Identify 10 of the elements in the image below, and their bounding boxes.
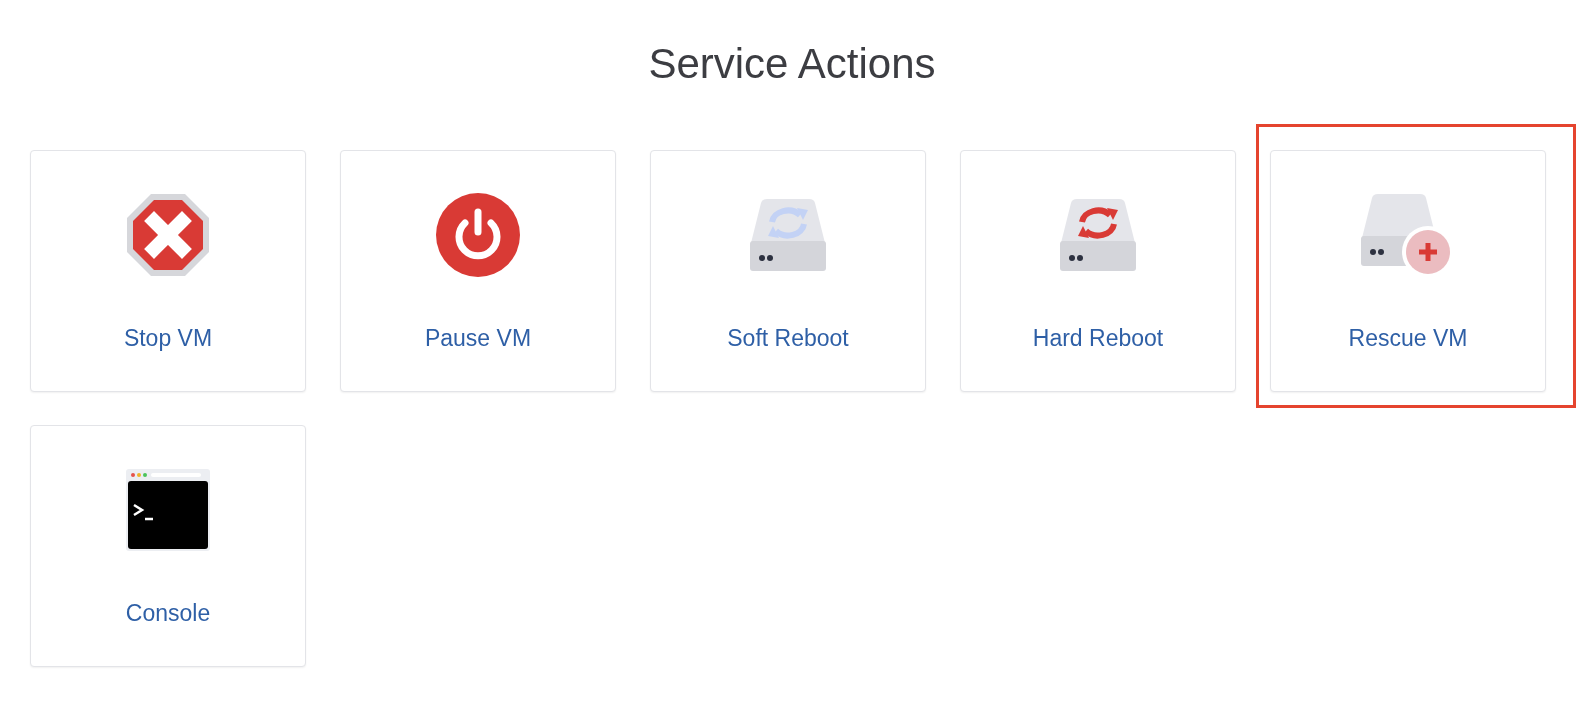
action-card[interactable]: Stop VM [30,150,306,392]
stop-sign-icon [125,192,211,278]
action-card[interactable]: Rescue VM [1270,150,1546,392]
section-title: Service Actions [647,39,937,89]
terminal-icon [124,467,212,553]
action-card[interactable]: Console [30,425,306,667]
action-card[interactable]: Pause VM [340,150,616,392]
action-card[interactable]: Hard Reboot [960,150,1236,392]
power-icon [435,192,521,278]
action-card[interactable]: Soft Reboot [650,150,926,392]
